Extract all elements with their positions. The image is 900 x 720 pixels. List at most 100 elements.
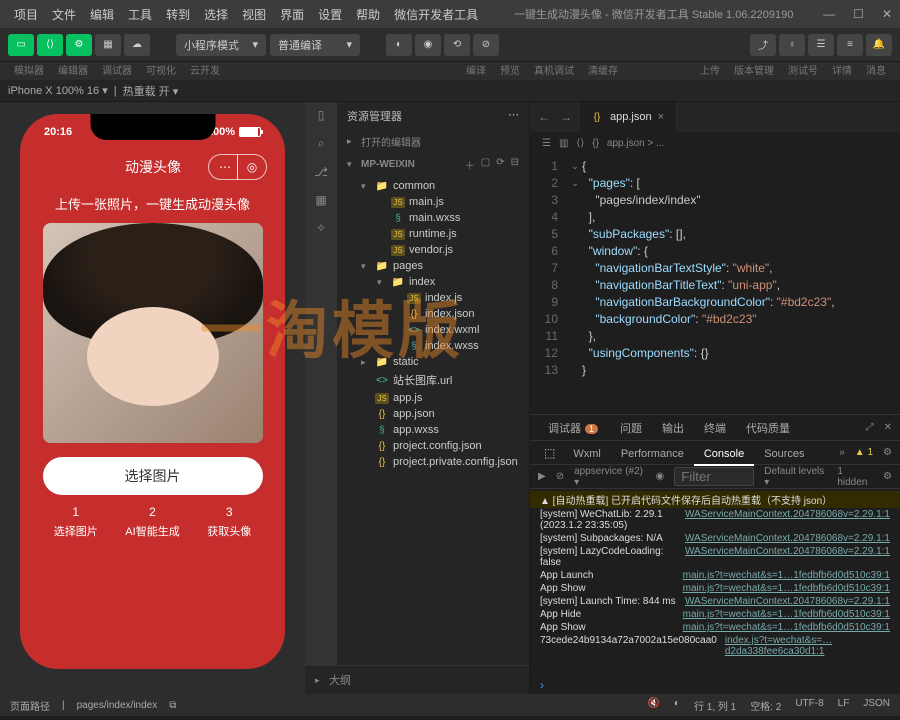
search-icon[interactable]: ⌕ [318, 136, 325, 151]
fwd-icon[interactable]: → [560, 110, 572, 124]
collapse-icon[interactable]: ⊟ [511, 157, 519, 172]
status-item[interactable]: UTF-8 [795, 698, 823, 713]
tree-item[interactable]: ▾📁index [337, 274, 529, 290]
tab-app-json[interactable]: {} app.json × [580, 102, 675, 132]
device-select[interactable]: iPhone X 100% 16 ▾ [8, 84, 108, 97]
tree-item[interactable]: {}index.json [337, 306, 529, 322]
remote-debug-button[interactable]: ⟲ [444, 34, 470, 56]
devtools-tab[interactable]: Sources [754, 444, 814, 464]
message-button[interactable]: 🔔 [866, 34, 892, 56]
panel-tab[interactable]: 问题 [610, 419, 652, 439]
tree-item[interactable]: §main.wxss [337, 210, 529, 226]
tree-item[interactable]: <>站长图库.url [337, 370, 529, 390]
tree-item[interactable]: <>index.wxml [337, 322, 529, 338]
code-editor[interactable]: 12345678910111213 ⌄⌄ { "pages": [ "pages… [530, 154, 900, 414]
settings-icon[interactable]: ⚙ [883, 471, 892, 482]
panel-tab[interactable]: 输出 [652, 419, 694, 439]
tree-item[interactable]: JSmain.js [337, 194, 529, 210]
ext-icon[interactable]: ▦ [315, 193, 326, 207]
open-editors-section[interactable]: ▸打开的编辑器 [337, 130, 529, 153]
devtools-tab[interactable]: Performance [611, 444, 694, 464]
debugger-tab[interactable]: 调试器 [538, 416, 608, 440]
detail-button[interactable]: ≡ [837, 34, 863, 56]
tree-item[interactable]: ▾📁common [337, 178, 529, 194]
menu-设置[interactable]: 设置 [312, 3, 348, 26]
tree-item[interactable]: {}app.json [337, 406, 529, 422]
minimize-icon[interactable]: — [823, 7, 835, 21]
context-select[interactable]: appservice (#2) ▾ [574, 466, 645, 488]
close-icon[interactable]: ✕ [882, 7, 892, 21]
menu-帮助[interactable]: 帮助 [350, 3, 386, 26]
menu-项目[interactable]: 项目 [8, 3, 44, 26]
panel-tab[interactable]: 代码质量 [736, 419, 800, 439]
branch-icon[interactable]: ⎇ [314, 165, 328, 179]
files-icon[interactable]: ▯ [318, 108, 325, 122]
editor-button[interactable]: ⟨⟩ [37, 34, 63, 56]
menu-选择[interactable]: 选择 [198, 3, 234, 26]
status-item[interactable]: LF [838, 698, 850, 713]
panel-tab[interactable]: 终端 [694, 419, 736, 439]
test-button[interactable]: ☰ [808, 34, 834, 56]
tree-item[interactable]: ▾📁pages [337, 258, 529, 274]
inspect-icon[interactable]: ⬚ [538, 446, 561, 460]
filter-input[interactable] [674, 467, 754, 486]
new-file-icon[interactable]: ＋ [465, 157, 475, 172]
tree-item[interactable]: JSapp.js [337, 390, 529, 406]
mode-combo[interactable]: 小程序模式▾ [176, 34, 266, 56]
tree-item[interactable]: §app.wxss [337, 422, 529, 438]
expand-icon[interactable]: ⤢ [866, 422, 874, 433]
menu-编辑[interactable]: 编辑 [84, 3, 120, 26]
back-icon[interactable]: ← [538, 110, 550, 124]
tab-close-icon[interactable]: × [658, 111, 664, 123]
devtools-tab[interactable]: Console [694, 444, 754, 466]
menu-转到[interactable]: 转到 [160, 3, 196, 26]
tree-item[interactable]: {}project.private.config.json [337, 454, 529, 470]
preview-button[interactable]: ◉ [415, 34, 441, 56]
copy-icon[interactable]: ⧉ [169, 700, 176, 711]
compile-combo[interactable]: 普通编译▾ [270, 34, 360, 56]
outline-section[interactable]: ▸大纲 [305, 665, 529, 694]
split-icon[interactable]: ☰ [542, 138, 551, 149]
stop-icon[interactable]: ▶ [538, 471, 546, 482]
project-root[interactable]: ▾MP-WEIXIN ＋ ▢ ⟳ ⊟ [337, 153, 529, 176]
new-folder-icon[interactable]: ▢ [481, 157, 490, 172]
tree-item[interactable]: ▸📁static [337, 354, 529, 370]
mute-icon[interactable]: 🔇 [647, 698, 659, 713]
debugger-button[interactable]: ⚙ [66, 34, 92, 56]
simulator-button[interactable]: ▭ [8, 34, 34, 56]
tree-item[interactable]: {}project.config.json [337, 438, 529, 454]
status-item[interactable]: 行 1, 列 1 [694, 698, 736, 713]
menu-界面[interactable]: 界面 [274, 3, 310, 26]
capsule-close-icon[interactable]: ◎ [237, 154, 267, 180]
console-prompt[interactable]: › [530, 676, 900, 694]
menu-微信开发者工具[interactable]: 微信开发者工具 [388, 3, 484, 26]
levels-select[interactable]: Default levels ▾ [764, 466, 827, 488]
tree-item[interactable]: §index.wxss [337, 338, 529, 354]
tree-item[interactable]: JSindex.js [337, 290, 529, 306]
version-button[interactable]: ♁ [779, 34, 805, 56]
eye-icon[interactable]: ◉ [655, 471, 664, 482]
menu-视图[interactable]: 视图 [236, 3, 272, 26]
status-item[interactable]: JSON [863, 698, 890, 713]
visual-button[interactable]: ▦ [95, 34, 121, 56]
maximize-icon[interactable]: ☐ [853, 7, 864, 21]
robot-icon[interactable]: ✧ [316, 221, 326, 235]
hot-reload-toggle[interactable]: 热重载 开 ▾ [123, 83, 179, 99]
cloud-button[interactable]: ☁ [124, 34, 150, 56]
status-item[interactable]: 空格: 2 [750, 698, 781, 713]
upload-button[interactable]: ⤴ [750, 34, 776, 56]
clear-icon[interactable]: ⊘ [556, 471, 564, 482]
more-icon[interactable]: ⋯ [508, 108, 519, 124]
refresh-icon[interactable]: ⟳ [496, 157, 504, 172]
select-image-button[interactable]: 选择图片 [43, 457, 263, 495]
menu-工具[interactable]: 工具 [122, 3, 158, 26]
gear-icon[interactable]: ⚙ [883, 447, 892, 458]
panel-close-icon[interactable]: ✕ [884, 422, 892, 433]
scene-icon[interactable]: ◐ [674, 698, 680, 713]
tree-item[interactable]: JSruntime.js [337, 226, 529, 242]
page-path[interactable]: pages/index/index [77, 700, 158, 711]
compile-button[interactable]: ◐ [386, 34, 412, 56]
menu-文件[interactable]: 文件 [46, 3, 82, 26]
devtools-tab[interactable]: Wxml [563, 444, 611, 464]
tree-item[interactable]: JSvendor.js [337, 242, 529, 258]
